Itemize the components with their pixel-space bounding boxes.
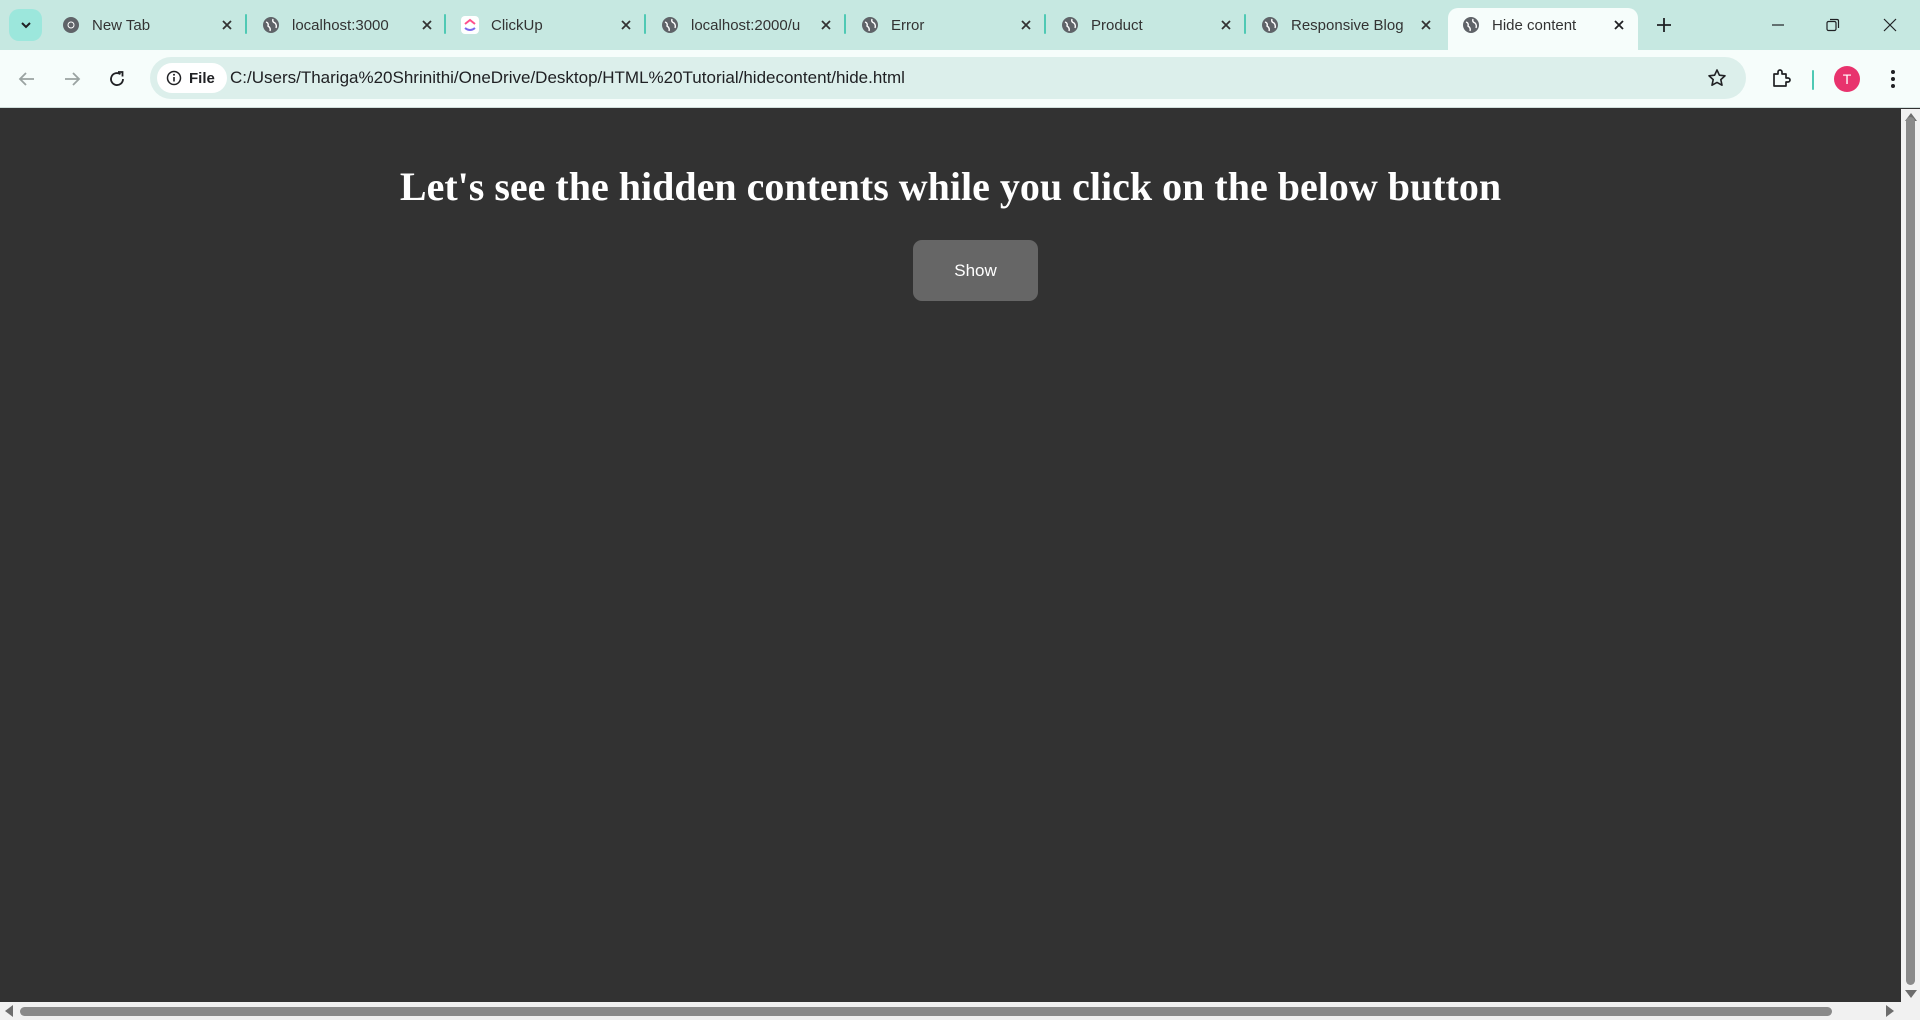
arrow-left-icon <box>18 72 34 86</box>
scroll-left-arrow[interactable] <box>5 1005 13 1017</box>
vertical-scrollbar[interactable] <box>1901 109 1920 1002</box>
more-vertical-icon <box>1891 70 1895 88</box>
close-icon[interactable] <box>617 16 635 34</box>
close-icon <box>1883 18 1897 32</box>
tab-title: New Tab <box>92 16 151 34</box>
tab-title: Hide content <box>1492 16 1577 34</box>
address-bar[interactable]: File C:/Users/Thariga%20Shrinithi/OneDri… <box>150 57 1746 99</box>
tab-responsive-blog[interactable]: Responsive Blog <box>1247 8 1445 42</box>
tab-title: Responsive Blog <box>1291 16 1404 34</box>
toolbar-separator <box>1812 70 1814 90</box>
tab-separator <box>245 14 247 34</box>
globe-icon <box>1061 16 1079 34</box>
close-icon[interactable] <box>218 16 236 34</box>
tab-new-tab[interactable]: New Tab <box>48 8 246 42</box>
chrome-icon <box>62 16 80 34</box>
extensions-button[interactable] <box>1768 65 1794 91</box>
forward-button[interactable] <box>58 65 86 93</box>
tab-hide-content[interactable]: Hide content <box>1448 8 1638 50</box>
scroll-right-arrow[interactable] <box>1886 1005 1894 1017</box>
tab-error[interactable]: Error <box>847 8 1045 42</box>
browser-toolbar: File C:/Users/Thariga%20Shrinithi/OneDri… <box>0 50 1920 108</box>
info-icon <box>166 70 182 86</box>
browser-menu-button[interactable] <box>1880 66 1906 92</box>
clickup-icon <box>461 16 479 34</box>
tab-separator <box>1044 14 1046 34</box>
close-icon[interactable] <box>817 16 835 34</box>
globe-icon <box>861 16 879 34</box>
close-icon[interactable] <box>1417 16 1435 34</box>
globe-icon <box>1261 16 1279 34</box>
star-icon <box>1708 69 1726 86</box>
tab-separator <box>644 14 646 34</box>
tab-separator <box>844 14 846 34</box>
tab-separator <box>444 14 446 34</box>
arrow-right-icon <box>65 72 81 86</box>
close-window-button[interactable] <box>1875 10 1905 40</box>
profile-avatar[interactable]: T <box>1834 66 1860 92</box>
globe-icon <box>262 16 280 34</box>
bookmark-star-button[interactable] <box>1706 67 1728 89</box>
tab-title: Product <box>1091 16 1143 34</box>
tab-strip: New Tab localhost:3000 ClickUp localhost… <box>0 0 1920 50</box>
scroll-down-arrow[interactable] <box>1905 990 1917 998</box>
close-icon[interactable] <box>418 16 436 34</box>
globe-icon <box>1462 16 1480 34</box>
restore-icon <box>1826 18 1840 32</box>
close-icon[interactable] <box>1217 16 1235 34</box>
minimize-button[interactable] <box>1763 10 1793 40</box>
back-button[interactable] <box>13 65 41 93</box>
horizontal-scroll-thumb[interactable] <box>20 1007 1832 1016</box>
page-heading: Let's see the hidden contents while you … <box>399 164 1502 209</box>
page-viewport: Let's see the hidden contents while you … <box>0 109 1901 1002</box>
chip-label: File <box>189 69 215 87</box>
tab-title: ClickUp <box>491 16 543 34</box>
horizontal-scrollbar[interactable] <box>0 1002 1920 1020</box>
globe-icon <box>661 16 679 34</box>
vertical-scroll-thumb[interactable] <box>1906 117 1915 985</box>
chevron-down-icon <box>20 22 31 29</box>
tab-separator <box>1244 14 1246 34</box>
restore-button[interactable] <box>1818 10 1848 40</box>
close-icon[interactable] <box>1610 16 1628 34</box>
tab-localhost-2000[interactable]: localhost:2000/u <box>647 8 845 42</box>
tab-product[interactable]: Product <box>1047 8 1245 42</box>
tab-title: localhost:2000/u <box>691 16 801 34</box>
plus-icon <box>1657 18 1671 32</box>
show-button[interactable]: Show <box>913 240 1038 301</box>
url-text[interactable]: C:/Users/Thariga%20Shrinithi/OneDrive/De… <box>230 68 905 88</box>
site-info-chip[interactable]: File <box>157 63 227 93</box>
tab-clickup[interactable]: ClickUp <box>447 8 645 42</box>
close-icon[interactable] <box>1017 16 1035 34</box>
tab-title: localhost:3000 <box>292 16 389 34</box>
reload-button[interactable] <box>103 65 131 93</box>
reload-icon <box>110 71 124 86</box>
minimize-icon <box>1772 24 1784 26</box>
puzzle-icon <box>1773 69 1791 87</box>
tab-localhost-3000[interactable]: localhost:3000 <box>248 8 446 42</box>
new-tab-button[interactable] <box>1652 13 1676 37</box>
tab-title: Error <box>891 16 925 34</box>
tab-search-button[interactable] <box>9 9 42 41</box>
